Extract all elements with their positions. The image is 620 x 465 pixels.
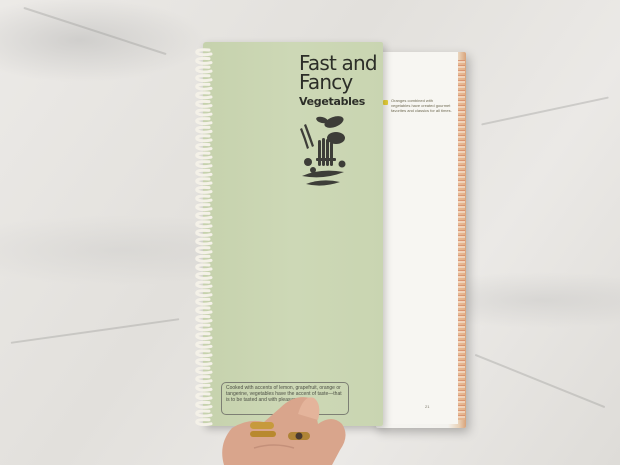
coil-loop [195,160,213,169]
section-divider-page[interactable]: Fast and Fancy Vegetables Cooked with ac… [203,42,383,426]
coil-loop [195,306,213,315]
coil-loop [195,409,213,418]
caption-bullet [383,100,388,105]
coil-loop [195,74,213,83]
coil-loop [195,194,213,203]
coil-loop [195,357,213,366]
coil-loop [195,254,213,263]
coil-loop [195,289,213,298]
coil-loop [195,177,213,186]
coil-loop [195,314,213,323]
hand-holding-book [222,397,346,465]
coil-loop [195,142,213,151]
vegetable-illustration-icon [300,116,346,186]
coil-loop [195,349,213,358]
coil-loop [195,366,213,375]
coil-loop [195,237,213,246]
coil-loop [195,332,213,341]
coil-loop [195,297,213,306]
coil-loop [195,263,213,272]
coil-loop [195,91,213,100]
coil-loop [195,323,213,332]
coil-loop [195,375,213,384]
coil-loop [195,246,213,255]
coil-loop [195,228,213,237]
coil-loop [195,168,213,177]
cookbook: Oranges combined with vegetables have cr… [0,0,620,465]
coil-loop [195,48,213,57]
page-number: 21 [425,404,430,409]
coil-loop [195,65,213,74]
coil-loop [195,400,213,409]
spiral-binding-icon [195,48,213,426]
coil-loop [195,99,213,108]
coil-loop [195,151,213,160]
coil-loop [195,82,213,91]
coil-loop [195,56,213,65]
coil-loop [195,185,213,194]
coil-loop [195,383,213,392]
coil-loop [195,280,213,289]
section-subtitle: Vegetables [299,95,366,108]
caption-text: Oranges combined with vegetables have cr… [391,98,452,113]
coil-loop [195,340,213,349]
title-line-2: Fancy [299,70,353,94]
coil-loop [195,211,213,220]
coil-loop [195,203,213,212]
coil-loop [195,220,213,229]
section-title: Fast and Fancy Vegetables [299,53,378,108]
coil-loop [195,271,213,280]
right-page: Oranges combined with vegetables have cr… [378,52,458,424]
coil-loop [195,418,213,426]
coil-loop [195,108,213,117]
coil-loop [195,134,213,143]
coil-loop [195,125,213,134]
coil-loop [195,117,213,126]
coil-loop [195,392,213,401]
